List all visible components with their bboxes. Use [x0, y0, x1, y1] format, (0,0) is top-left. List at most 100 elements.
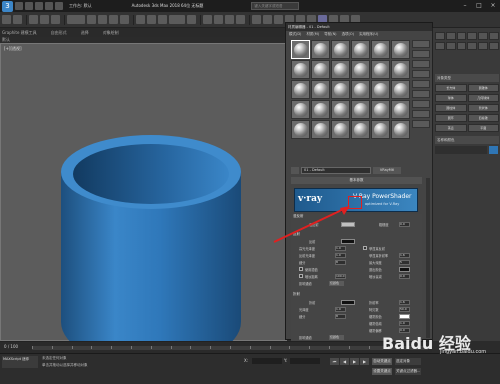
workspace-selector[interactable]: 工作台: 默认 [69, 3, 92, 9]
shapes-icon[interactable] [445, 42, 456, 50]
tube-button[interactable]: 管状体 [467, 104, 499, 112]
spacewarps-icon[interactable] [489, 42, 499, 50]
uv-tiling-icon[interactable] [412, 70, 430, 78]
box-button[interactable]: 长方体 [435, 84, 467, 92]
lights-icon[interactable] [456, 42, 467, 50]
utilities-tab-icon[interactable] [489, 32, 499, 40]
snap-icon[interactable] [203, 15, 212, 24]
sample-slot[interactable] [291, 80, 310, 99]
dim-distance-checkbox[interactable] [299, 274, 303, 278]
object-name-field[interactable] [435, 146, 487, 154]
subdivs-spinner[interactable]: 8 [335, 260, 346, 265]
menu-modes[interactable]: 模式(D) [289, 31, 301, 38]
sample-slot[interactable] [351, 120, 370, 139]
tab-object-paint[interactable]: 对象绘制 [103, 30, 119, 36]
geosphere-button[interactable]: 几何球体 [467, 94, 499, 102]
material-type-button[interactable]: VRayMtl [373, 167, 401, 174]
frame-counter[interactable]: 0 / 100 [4, 344, 18, 349]
undo-toolbar-icon[interactable] [2, 15, 11, 24]
x-coord-field[interactable] [252, 358, 282, 364]
close-button[interactable]: × [486, 1, 500, 11]
fresnel-ior-spinner[interactable]: 1.6 [399, 253, 410, 258]
goto-start-icon[interactable]: ⏮ [330, 358, 339, 365]
background-icon[interactable] [412, 60, 430, 68]
save-file-icon[interactable] [35, 2, 43, 10]
sample-slot[interactable] [291, 60, 310, 79]
options-icon[interactable] [412, 100, 430, 108]
pick-material-icon[interactable] [291, 167, 299, 174]
torus-button[interactable]: 圆环 [435, 114, 467, 122]
unlink-icon[interactable] [40, 15, 49, 24]
pivot-icon[interactable] [187, 15, 196, 24]
window-crossing-icon[interactable] [120, 15, 129, 24]
hierarchy-tab-icon[interactable] [456, 32, 467, 40]
redo-toolbar-icon[interactable] [13, 15, 22, 24]
geometry-icon[interactable] [435, 42, 445, 50]
ior-spinner[interactable]: 1.6 [399, 300, 410, 305]
perspective-viewport[interactable]: [+][透视] [0, 43, 287, 367]
app-logo[interactable]: 3 [2, 0, 13, 12]
selection-filter-dropdown[interactable] [67, 15, 85, 24]
select-object-icon[interactable] [87, 15, 96, 24]
open-file-icon[interactable] [25, 2, 33, 10]
refr-affect-channels-dropdown[interactable]: 仅颜色 [329, 335, 344, 340]
new-file-icon[interactable] [15, 2, 23, 10]
tab-freeform[interactable]: 自由形式 [51, 30, 67, 36]
refr-subdivs-spinner[interactable]: 8 [335, 314, 346, 319]
roughness-spinner[interactable]: 0.0 [399, 222, 410, 227]
mirror-icon[interactable] [252, 15, 261, 24]
cone-button[interactable]: 圆锥体 [467, 84, 499, 92]
undo-icon[interactable] [45, 2, 53, 10]
dim-distance-spinner[interactable]: 100.0 [335, 274, 346, 279]
minimize-button[interactable]: – [458, 1, 472, 11]
menu-options[interactable]: 选项(O) [342, 31, 355, 38]
sample-slot[interactable] [311, 120, 330, 139]
plane-button[interactable]: 平面 [467, 124, 499, 132]
sample-slot[interactable] [371, 40, 390, 59]
modify-tab-icon[interactable] [445, 32, 456, 40]
fog-color-swatch[interactable] [399, 314, 410, 319]
sample-slot[interactable] [311, 100, 330, 119]
basic-params-rollout-header[interactable]: 基本参数 [291, 177, 422, 184]
sample-slot[interactable] [291, 120, 310, 139]
menu-material[interactable]: 材质(M) [306, 31, 319, 38]
sample-slot[interactable] [331, 40, 350, 59]
video-check-icon[interactable] [412, 80, 430, 88]
select-by-material-icon[interactable] [412, 110, 430, 118]
move-icon[interactable] [136, 15, 145, 24]
key-selection-dropdown[interactable]: 选定对象 [395, 358, 421, 365]
material-editor-scrollbar[interactable] [426, 178, 430, 338]
next-frame-icon[interactable]: ▶ [360, 358, 369, 365]
menu-utilities[interactable]: 实用程序(U) [359, 31, 378, 38]
maxscript-listener[interactable]: MAXScript 迷你 [2, 356, 38, 368]
tab-graphite[interactable]: Graphite 建模工具 [2, 30, 37, 36]
material-name-field[interactable]: 01 - Default [301, 167, 371, 174]
name-and-color-rollout[interactable]: 名称和颜色 [435, 136, 499, 144]
set-key-button[interactable]: 设置关键点 [372, 368, 392, 375]
timeline[interactable]: 0 / 100 [0, 341, 432, 353]
sample-slot[interactable] [311, 40, 330, 59]
menu-navigation[interactable]: 导航(N) [324, 31, 336, 38]
autokey-button[interactable]: 自动关键点 [372, 358, 392, 365]
exit-color-swatch[interactable] [399, 267, 410, 272]
time-slider-track[interactable] [32, 346, 429, 350]
sphere-button[interactable]: 球体 [435, 94, 467, 102]
search-input[interactable]: 键入关键字或短语 [251, 2, 300, 10]
cylinder-button[interactable]: 圆柱体 [435, 104, 467, 112]
align-icon[interactable] [263, 15, 272, 24]
spinner-snap-icon[interactable] [236, 15, 245, 24]
angle-snap-icon[interactable] [214, 15, 223, 24]
sample-slot[interactable] [311, 80, 330, 99]
backlight-icon[interactable] [412, 50, 430, 58]
make-preview-icon[interactable] [412, 90, 430, 98]
object-type-rollout[interactable]: 对象类型 [435, 74, 499, 82]
abbe-spinner[interactable]: 50.0 [399, 307, 410, 312]
y-coord-field[interactable] [290, 358, 320, 364]
material-editor-window[interactable]: 材质编辑器 - 01 - Default 模式(D) 材质(M) 导航(N) 选… [285, 22, 433, 360]
sample-slot[interactable] [371, 60, 390, 79]
use-interp-checkbox[interactable] [299, 267, 303, 271]
select-by-name-icon[interactable] [98, 15, 107, 24]
dim-falloff-spinner[interactable]: 0.0 [399, 274, 410, 279]
display-tab-icon[interactable] [478, 32, 489, 40]
sample-slot[interactable] [351, 100, 370, 119]
